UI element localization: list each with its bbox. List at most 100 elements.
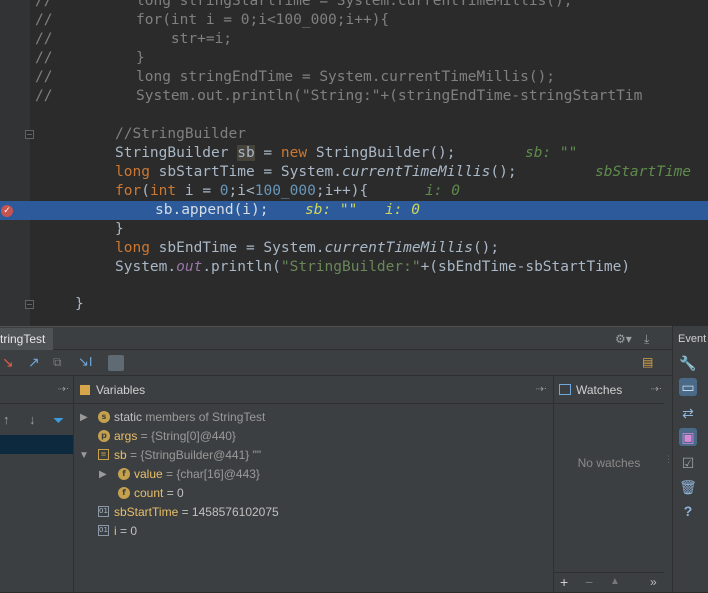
expand-arrow-icon[interactable]: ▶ — [80, 408, 88, 427]
commented-code: System.out.println("String:"+(stringEndT… — [136, 88, 643, 104]
hide-panel-icon[interactable]: ⤓ — [644, 331, 649, 347]
comment-marker: // — [35, 88, 53, 104]
variable-row-args[interactable]: p args = {String[0]@440} — [74, 427, 553, 446]
variable-row-count[interactable]: f count = 0 — [74, 484, 553, 503]
variable-sb: sb — [237, 145, 255, 161]
down-arrow-icon[interactable]: ↓ — [29, 412, 36, 427]
code-fragment: System. — [115, 259, 177, 275]
event-label: Event — [678, 333, 707, 345]
comment-marker: // — [35, 31, 53, 47]
watches-title: Watches — [576, 383, 623, 397]
code-line: long sbStartTime = System.currentTimeMil… — [0, 163, 708, 182]
keyword-new: new — [280, 145, 308, 161]
code-line: // System.out.println("String:"+(stringE… — [0, 87, 708, 106]
refresh-icon[interactable]: ⇄ — [679, 404, 697, 422]
variables-header: Variables ⇢⋅ — [74, 376, 553, 404]
code-line: // long stringEndTime = System.currentTi… — [0, 68, 708, 87]
variable-row-i[interactable]: 01 i = 0 — [74, 522, 553, 541]
code-line: // } — [0, 49, 708, 68]
expand-arrow-icon[interactable]: ▶ — [99, 465, 107, 484]
comment-marker: // — [35, 0, 53, 9]
code-text: for(int i = 0;i<100_000;i++){ — [115, 183, 369, 199]
add-watch-button[interactable]: + — [560, 574, 568, 590]
code-fragment: .println( — [202, 259, 281, 275]
code-line: } — [0, 295, 708, 314]
code-line: for(int i = 0;i<100_000;i++){ i: 0 — [0, 182, 708, 201]
code-line: //StringBuilder — [0, 125, 708, 144]
breakpoint-icon[interactable]: ✓ — [1, 205, 13, 217]
step-out-icon[interactable]: ↗ — [28, 354, 40, 370]
selected-frame-row[interactable] — [0, 435, 73, 454]
tab-label: tringTest — [0, 332, 46, 346]
closing-brace: } — [75, 296, 84, 312]
variables-panel: Variables ⇢⋅ ▶ s static members of Strin… — [74, 376, 554, 592]
settings-gear-icon[interactable]: ⚙▾ — [615, 331, 632, 347]
type-name: StringBuilder — [115, 145, 229, 161]
method-name: currentTimeMillis — [341, 164, 491, 180]
code-fragment: (); — [472, 240, 500, 256]
code-text: System.out.println("StringBuilder:"+(sbE… — [115, 258, 630, 277]
code-editor[interactable]: // long stringStartTime = System.current… — [0, 0, 708, 326]
help-icon[interactable]: ? — [679, 502, 697, 520]
comment: //StringBuilder — [115, 126, 246, 142]
up-arrow-icon[interactable]: ↑ — [3, 412, 10, 427]
checklist-icon[interactable]: ☑ — [679, 454, 697, 472]
operator: = — [254, 145, 281, 161]
watches-icon — [559, 384, 571, 395]
commented-code: str+=i; — [136, 31, 233, 47]
field-badge-icon: f — [118, 468, 130, 480]
object-badge-icon: ≡ — [98, 449, 109, 460]
restore-layout-icon[interactable]: ▤ — [642, 354, 653, 370]
variable-row-sbStartTime[interactable]: 01 sbStartTime = 1458576102075 — [74, 503, 553, 522]
static-field: out — [176, 259, 203, 275]
step-into-icon[interactable]: ↘ — [2, 354, 14, 370]
run-to-cursor-icon[interactable]: ↘I — [78, 354, 93, 370]
inline-debug-value: i: 0 — [385, 202, 420, 218]
code-text: long sbStartTime = System.currentTimeMil… — [115, 163, 517, 182]
code-line: StringBuilder sb = new StringBuilder(); … — [0, 144, 708, 163]
code-text: StringBuilder sb = new StringBuilder(); — [115, 144, 456, 163]
code-line: // long stringStartTime = System.current… — [0, 0, 708, 11]
watches-header: Watches ⇢⋅ — [554, 376, 664, 404]
event-log-strip: Event 🔧 ▭ ⇄ ▣ ☑ 🗑 ? — [672, 326, 708, 592]
constructor-call: StringBuilder(); — [307, 145, 456, 161]
drop-frame-icon[interactable]: ⧉ — [53, 354, 62, 370]
number-literal: 100_000 — [254, 183, 316, 199]
inline-debug-value: sb: "" — [525, 145, 578, 161]
string-literal: "StringBuilder:" — [280, 259, 421, 275]
watches-panel: Watches ⇢⋅ No watches + − ▲ » — [554, 376, 664, 592]
remove-watch-button[interactable]: − — [585, 574, 593, 590]
keyword-long: long — [115, 240, 150, 256]
pin-icon[interactable]: ▣ — [679, 428, 697, 446]
filter-icon[interactable]: ⏷ — [53, 412, 64, 429]
static-badge-icon: s — [98, 411, 110, 423]
variable-row-static[interactable]: ▶ s static members of StringTest — [74, 408, 553, 427]
move-up-button[interactable]: ▲ — [610, 576, 620, 587]
commented-code: long stringStartTime = System.currentTim… — [136, 0, 573, 9]
frames-options-icon[interactable]: ⇢⋅ — [57, 376, 69, 404]
number-literal: 0 — [219, 183, 229, 199]
more-button[interactable]: » — [650, 575, 657, 589]
code-line: System.out.println("StringBuilder:"+(sbE… — [0, 258, 708, 277]
code-line: long sbEndTime = System.currentTimeMilli… — [0, 239, 708, 258]
frames-panel: ⇢⋅ ↑ ↓ ⏷ — [0, 376, 74, 592]
evaluate-expression-icon[interactable] — [108, 355, 124, 371]
keyword-for: for — [115, 183, 142, 199]
parameter-badge-icon: p — [98, 430, 110, 442]
variables-options-icon[interactable]: ⇢⋅ — [535, 376, 547, 404]
code-line: // for(int i = 0;i<100_000;i++){ — [0, 11, 708, 30]
code-text: long sbEndTime = System.currentTimeMilli… — [115, 239, 499, 258]
debug-session-tab[interactable]: tringTest — [0, 328, 54, 350]
comment-marker: // — [35, 50, 53, 66]
variable-row-sb[interactable]: ▼ ≡ sb = {StringBuilder@441} "" — [74, 446, 553, 465]
watches-options-icon[interactable]: ⇢⋅ — [650, 376, 662, 404]
inline-debug-value: i: 0 — [425, 183, 460, 199]
trash-icon[interactable]: 🗑 — [679, 478, 697, 496]
wrench-icon[interactable]: 🔧 — [679, 354, 697, 372]
variable-row-value[interactable]: ▶ f value = {char[16]@443} — [74, 465, 553, 484]
collapse-arrow-icon[interactable]: ▼ — [79, 446, 89, 465]
code-line: } — [0, 220, 708, 239]
field-badge-icon: f — [118, 487, 130, 499]
comment-icon[interactable]: ▭ — [679, 378, 697, 396]
current-execution-line: sb.append(i); sb: "" i: 0 — [0, 201, 708, 220]
